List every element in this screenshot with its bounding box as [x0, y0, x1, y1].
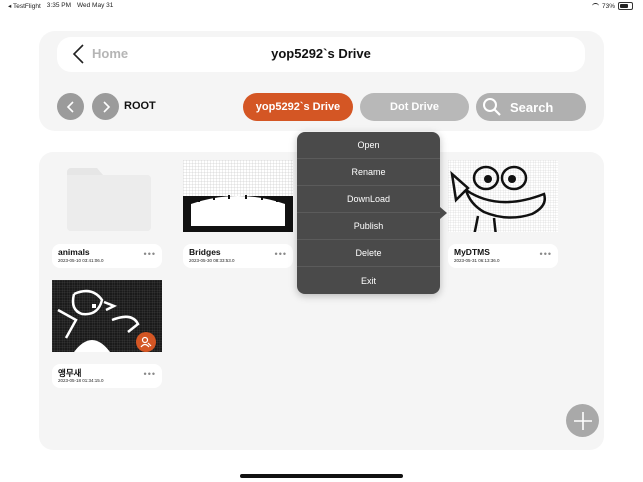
more-options-button[interactable]: •••: [144, 369, 156, 379]
search-icon: [483, 98, 501, 116]
bridge-pixel-art-icon: [183, 160, 293, 232]
context-menu-pointer: [440, 207, 447, 219]
file-date: 2023-05-18 01:34:15.0: [58, 378, 104, 383]
home-indicator[interactable]: [240, 474, 403, 478]
image-thumbnail: [448, 160, 558, 232]
status-time: 3:35 PM: [46, 2, 71, 9]
search-label: Search: [510, 99, 554, 115]
frog-pixel-art-icon: [448, 160, 558, 232]
file-date: 2023-05-10 03:41:06.0: [58, 258, 104, 263]
add-button[interactable]: [566, 404, 599, 437]
page-title: yop5292`s Drive: [271, 46, 371, 61]
menu-item-exit[interactable]: Exit: [297, 267, 440, 294]
shared-user-badge: [136, 332, 156, 352]
more-options-button[interactable]: •••: [275, 249, 287, 259]
chevron-right-icon: [102, 100, 110, 113]
battery-icon: [618, 2, 633, 10]
nav-back-button[interactable]: [57, 93, 84, 120]
chevron-left-icon: [66, 100, 74, 113]
folder-icon: [67, 168, 151, 231]
file-label: 앵무새 2023-05-18 01:34:15.0 •••: [52, 364, 162, 388]
file-date: 2023-05-31 06:13:36.0: [454, 258, 500, 263]
file-name: Bridges: [189, 247, 221, 257]
menu-item-publish[interactable]: Publish: [297, 213, 440, 240]
menu-item-delete[interactable]: Delete: [297, 240, 440, 267]
file-date: 2023-05-30 08:33:53.0: [189, 258, 235, 263]
menu-item-download[interactable]: DownLoad: [297, 186, 440, 213]
testflight-back-link[interactable]: ◂ TestFlight: [8, 2, 41, 10]
nav-forward-button[interactable]: [92, 93, 119, 120]
back-chevron-icon[interactable]: [72, 44, 86, 64]
file-label: MyDTMS 2023-05-31 06:13:36.0 •••: [448, 244, 558, 268]
more-options-button[interactable]: •••: [540, 249, 552, 259]
file-label: Bridges 2023-05-30 08:33:53.0 •••: [183, 244, 293, 268]
image-thumbnail: [183, 160, 293, 232]
image-thumbnail: [52, 280, 162, 352]
file-label: animals 2023-05-10 03:41:06.0 •••: [52, 244, 162, 268]
folder-thumbnail: [52, 160, 162, 232]
file-name: MyDTMS: [454, 247, 490, 257]
plus-icon: [573, 411, 592, 430]
menu-item-open[interactable]: Open: [297, 132, 440, 159]
search-button[interactable]: Search: [476, 93, 586, 121]
tab-dot-drive[interactable]: Dot Drive: [360, 93, 469, 121]
status-date: Wed May 31: [77, 2, 114, 9]
breadcrumb-root: ROOT: [124, 100, 156, 112]
menu-item-rename[interactable]: Rename: [297, 159, 440, 186]
more-options-button[interactable]: •••: [144, 249, 156, 259]
battery-percent: 73%: [601, 2, 615, 10]
file-name: animals: [58, 247, 90, 257]
wifi-icon: [591, 3, 599, 9]
tab-my-drive[interactable]: yop5292`s Drive: [243, 93, 353, 121]
context-menu: Open Rename DownLoad Publish Delete Exit: [297, 132, 440, 294]
home-link[interactable]: Home: [92, 46, 128, 61]
status-bar: ◂ TestFlight 3:35 PM Wed May 31 73%: [0, 0, 643, 12]
user-share-icon: [140, 336, 152, 348]
